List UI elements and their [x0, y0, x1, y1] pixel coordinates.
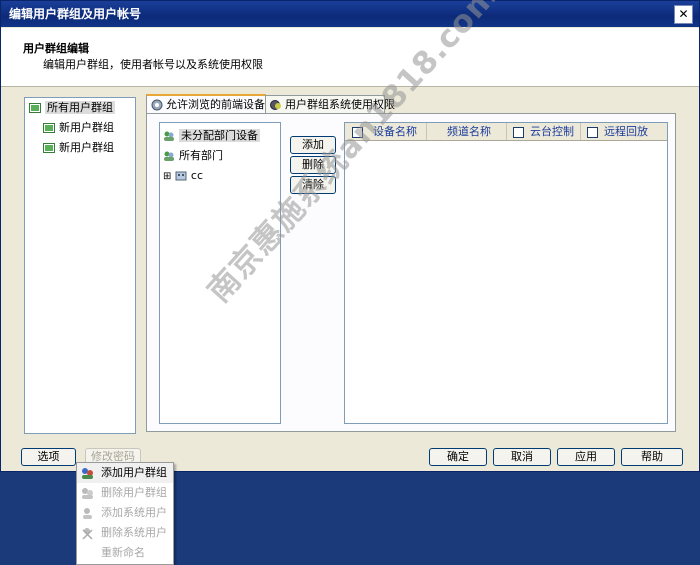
menu-delete-user[interactable]: 删除系统用户: [77, 523, 173, 543]
remote-playback-checkbox[interactable]: [587, 126, 598, 138]
col-label: 云台控制: [530, 125, 574, 138]
col-label: 远程回放: [604, 125, 648, 138]
close-button[interactable]: ✕: [674, 5, 693, 24]
grid-col-remote-playback[interactable]: 远程回放: [581, 123, 667, 140]
users-icon: [164, 151, 174, 161]
department-icon: [175, 171, 187, 181]
menu-label: 添加系统用户: [101, 506, 167, 519]
tree-item-label: 新用户群组: [59, 121, 114, 134]
menu-rename[interactable]: 重新命名: [77, 543, 173, 563]
menu-delete-group[interactable]: 删除用户群组: [77, 483, 173, 503]
help-button[interactable]: 帮助: [621, 448, 683, 466]
ptz-control-checkbox[interactable]: [513, 126, 524, 138]
header-subtitle: 编辑用户群组，使用者帐号以及系统使用权限: [43, 58, 263, 71]
cancel-button[interactable]: 取消: [493, 448, 551, 466]
permission-icon: [270, 100, 281, 110]
header-title: 用户群组编辑: [23, 42, 89, 55]
options-context-menu: 添加用户群组 删除用户群组 添加系统用户 删除系统用户 重新命名: [76, 462, 174, 565]
device-tree-label: 所有部门: [179, 149, 223, 162]
delete-user-icon: [82, 528, 93, 540]
options-button[interactable]: 选项: [21, 448, 76, 466]
dialog-window: 编辑用户群组及用户帐号 ✕ 用户群组编辑 编辑用户群组，使用者帐号以及系统使用权…: [0, 0, 700, 472]
tree-root-label: 所有用户群组: [45, 101, 115, 114]
close-icon: ✕: [678, 7, 689, 21]
device-tree-label: 未分配部门设备: [179, 129, 260, 142]
device-grid[interactable]: 设备名称 频道名称 云台控制 远程回放: [344, 122, 668, 424]
group-tree[interactable]: 所有用户群组 新用户群组 新用户群组: [24, 97, 136, 434]
add-user-icon: [83, 508, 92, 519]
title-bar: 编辑用户群组及用户帐号 ✕: [1, 1, 699, 27]
tree-item-group-1[interactable]: 新用户群组: [43, 119, 114, 137]
device-tree-all-departments[interactable]: 所有部门: [163, 147, 223, 165]
tree-root-all-groups[interactable]: 所有用户群组: [29, 99, 115, 117]
ok-button[interactable]: 确定: [429, 448, 487, 466]
dialog-header: 用户群组编辑 编辑用户群组，使用者帐号以及系统使用权限: [1, 28, 699, 87]
expand-icon[interactable]: ⊞: [163, 171, 171, 182]
user-group-icon: [43, 143, 55, 153]
delete-group-icon: [82, 488, 93, 499]
user-group-icon: [43, 123, 55, 133]
grid-col-channel-name[interactable]: 频道名称: [427, 123, 507, 140]
device-tree-label: cc: [190, 169, 203, 182]
menu-label: 删除用户群组: [101, 486, 167, 499]
tab-label: 允许浏览的前端设备: [166, 98, 265, 111]
camera-icon: [151, 99, 163, 111]
grid-col-ptz-control[interactable]: 云台控制: [507, 123, 581, 140]
menu-add-user[interactable]: 添加系统用户: [77, 503, 173, 523]
tree-item-label: 新用户群组: [59, 141, 114, 154]
apply-button[interactable]: 应用: [557, 448, 615, 466]
tree-item-group-2[interactable]: 新用户群组: [43, 139, 114, 157]
device-tree-cc[interactable]: ⊞ cc: [163, 167, 203, 185]
menu-add-group[interactable]: 添加用户群组: [77, 463, 173, 483]
menu-label: 添加用户群组: [101, 466, 167, 479]
add-group-icon: [82, 468, 93, 479]
tab-allowed-devices[interactable]: 允许浏览的前端设备: [146, 94, 266, 115]
menu-label: 重新命名: [101, 546, 145, 559]
window-title: 编辑用户群组及用户帐号: [9, 7, 142, 21]
menu-label: 删除系统用户: [101, 526, 167, 539]
device-tree-unassigned[interactable]: 未分配部门设备: [163, 127, 260, 145]
col-label: 频道名称: [447, 125, 491, 138]
users-icon: [164, 131, 174, 141]
group-folder-icon: [29, 103, 41, 113]
